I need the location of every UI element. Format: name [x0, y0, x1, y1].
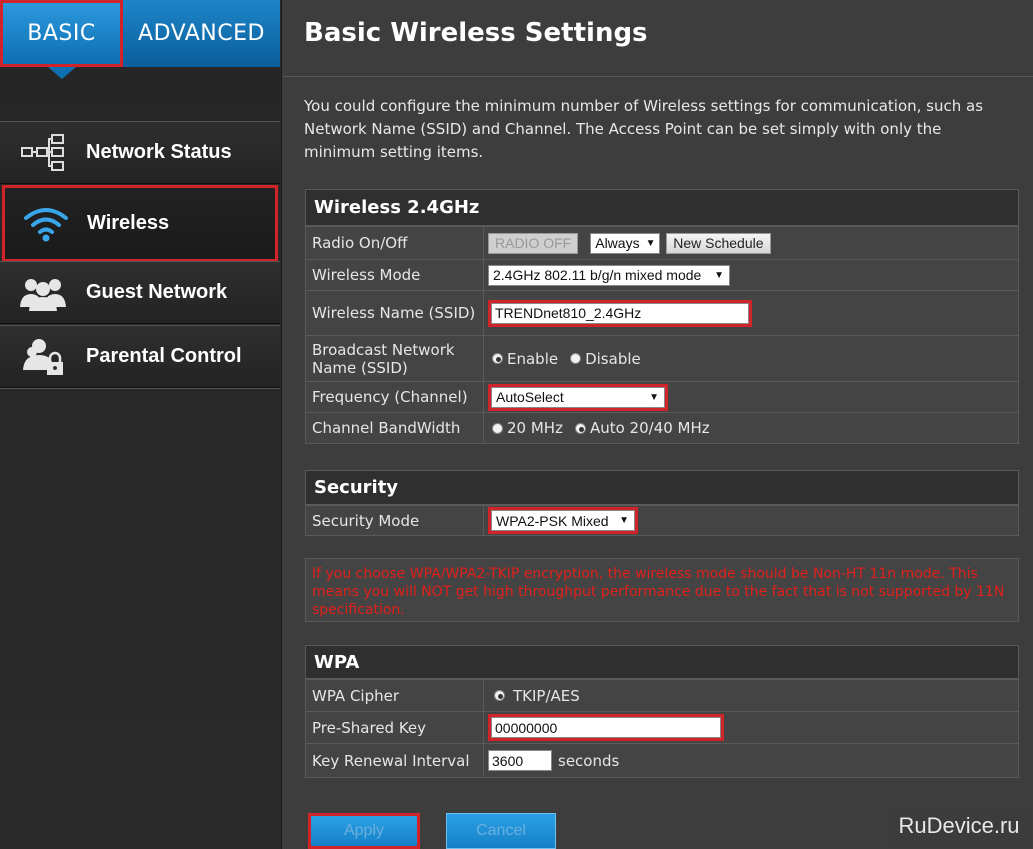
wireless-mode-select[interactable]: 2.4GHz 802.11 b/g/n mixed mode ▼	[488, 264, 730, 286]
radio-label: Disable	[585, 349, 641, 368]
section-header: Security	[306, 471, 1018, 505]
chevron-down-icon: ▼	[714, 269, 724, 281]
field-label: Broadcast Network Name (SSID)	[306, 336, 484, 381]
sidebar-item-parental-control[interactable]: Parental Control	[0, 325, 280, 388]
divider	[0, 388, 280, 389]
active-tab-pointer	[48, 67, 76, 79]
radio-label: Auto 20/40 MHz	[589, 419, 710, 437]
broadcast-row: Broadcast Network Name (SSID) Enable Dis…	[306, 335, 1018, 381]
unit-label: seconds	[558, 751, 620, 770]
schedule-select[interactable]: Always ▼	[590, 232, 661, 254]
cipher-row: WPA Cipher TKIP/AES	[306, 679, 1018, 711]
users-icon	[0, 273, 86, 313]
frequency-row: Frequency (Channel) AutoSelect ▼	[306, 381, 1018, 412]
field-label: Pre-Shared Key	[306, 712, 484, 743]
security-mode-select[interactable]: WPA2-PSK Mixed ▼	[488, 507, 638, 534]
renewal-row: Key Renewal Interval 3600 seconds	[306, 743, 1018, 777]
cipher-radio[interactable]	[494, 690, 505, 701]
tab-advanced-label: ADVANCED	[138, 21, 265, 46]
key-renewal-input[interactable]: 3600	[488, 750, 552, 771]
pre-shared-key-input[interactable]: 00000000	[488, 714, 724, 741]
tab-basic[interactable]: BASIC	[0, 0, 123, 67]
broadcast-enable-radio[interactable]	[492, 353, 503, 364]
new-schedule-button[interactable]: New Schedule	[666, 232, 771, 254]
radio-off-button[interactable]: RADIO OFF	[488, 232, 579, 254]
bandwidth-20-radio[interactable]	[492, 422, 503, 434]
cancel-button[interactable]: Cancel	[446, 813, 556, 849]
field-label: Wireless Mode	[306, 260, 484, 290]
wireless-mode-row: Wireless Mode 2.4GHz 802.11 b/g/n mixed …	[306, 259, 1018, 290]
broadcast-disable-radio[interactable]	[570, 353, 582, 364]
select-value: AutoSelect	[496, 389, 564, 405]
chevron-down-icon: ▼	[649, 391, 659, 403]
tab-basic-label: BASIC	[27, 21, 96, 46]
ssid-row: Wireless Name (SSID) TRENDnet810_2.4GHz	[306, 290, 1018, 335]
field-label: WPA Cipher	[306, 680, 484, 711]
radio-label: TKIP/AES	[513, 686, 580, 705]
apply-button[interactable]: Apply	[308, 813, 420, 849]
sidebar-item-network-status[interactable]: Network Status	[0, 121, 280, 184]
field-label: Security Mode	[306, 506, 484, 535]
chevron-down-icon: ▼	[619, 515, 629, 526]
watermark: RuDevice.ru	[890, 806, 1028, 846]
channel-select[interactable]: AutoSelect ▼	[488, 383, 668, 411]
wireless-section: Wireless 2.4GHz Radio On/Off RADIO OFF A…	[305, 189, 1019, 444]
section-header: Wireless 2.4GHz	[306, 190, 1018, 226]
select-value: WPA2-PSK Mixed	[496, 512, 609, 529]
bandwidth-row: Channel BandWidth 20 MHz Auto 20/40 MHz	[306, 412, 1018, 443]
main-content: Basic Wireless Settings You could config…	[283, 0, 1033, 849]
radio-label: 20 MHz	[507, 419, 563, 437]
sidebar-item-wireless[interactable]: Wireless	[2, 185, 278, 262]
tab-advanced[interactable]: ADVANCED	[123, 0, 280, 67]
sidebar-item-guest-network[interactable]: Guest Network	[0, 261, 280, 324]
ssid-input[interactable]: TRENDnet810_2.4GHz	[488, 299, 752, 327]
bandwidth-auto-radio[interactable]	[574, 422, 586, 434]
user-lock-icon	[0, 336, 86, 378]
sidebar-item-label: Guest Network	[86, 281, 228, 303]
sidebar: BASIC ADVANCED Network Status Wireless G…	[0, 0, 282, 849]
field-label: Channel BandWidth	[306, 413, 484, 443]
chevron-down-icon: ▼	[645, 237, 656, 249]
page-title: Basic Wireless Settings	[304, 18, 648, 48]
radio-label: Enable	[507, 349, 559, 368]
wpa-section: WPA WPA Cipher TKIP/AES Pre-Shared Key 0…	[305, 645, 1019, 778]
security-mode-row: Security Mode WPA2-PSK Mixed ▼	[306, 505, 1018, 535]
select-value: Always	[595, 235, 640, 251]
field-label: Wireless Name (SSID)	[306, 291, 484, 335]
security-section: Security Security Mode WPA2-PSK Mixed ▼	[305, 470, 1019, 536]
field-label: Radio On/Off	[306, 227, 484, 259]
warning-text: If you choose WPA/WPA2-TKIP encryption, …	[305, 558, 1019, 622]
sidebar-item-label: Wireless	[87, 212, 170, 234]
section-header: WPA	[306, 646, 1018, 679]
sidebar-item-label: Network Status	[86, 141, 232, 163]
select-value: 2.4GHz 802.11 b/g/n mixed mode	[493, 267, 702, 283]
divider	[283, 76, 1033, 77]
wifi-icon	[5, 206, 87, 242]
psk-row: Pre-Shared Key 00000000	[306, 711, 1018, 743]
radio-row: Radio On/Off RADIO OFF Always ▼ New Sched…	[306, 226, 1018, 259]
sidebar-item-label: Parental Control	[86, 345, 242, 367]
field-label: Key Renewal Interval	[306, 744, 484, 777]
network-tree-icon	[0, 133, 86, 173]
page-description: You could configure the minimum number o…	[304, 97, 984, 161]
field-label: Frequency (Channel)	[306, 382, 484, 412]
